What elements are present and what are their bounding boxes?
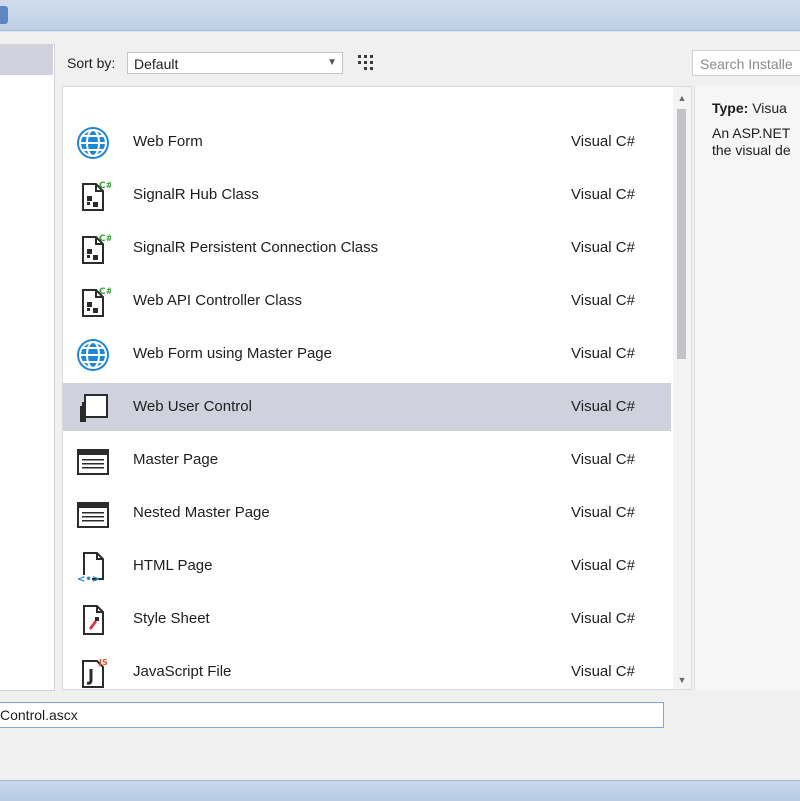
item-name-input[interactable]: Control.ascx xyxy=(0,702,664,728)
search-installed-templates-input[interactable]: Search Installe xyxy=(692,50,800,76)
template-list-scrollbar[interactable]: ▲ ▼ xyxy=(673,87,691,689)
template-language: Visual C# xyxy=(571,186,635,203)
svg-text:C#: C# xyxy=(99,287,111,297)
template-row[interactable]: JS JavaScript File Visual C# xyxy=(63,648,671,689)
template-name: Web Form xyxy=(133,133,203,150)
globe-icon xyxy=(75,337,111,373)
scroll-down-arrow-icon[interactable]: ▼ xyxy=(677,675,687,685)
template-name: HTML Page xyxy=(133,557,213,574)
svg-text:C#: C# xyxy=(99,234,111,244)
search-placeholder: Search Installe xyxy=(700,56,793,72)
template-language: Visual C# xyxy=(571,345,635,362)
small-icons-view-icon xyxy=(358,55,373,70)
template-language: Visual C# xyxy=(571,292,635,309)
window-title-bar xyxy=(0,0,800,31)
scroll-up-arrow-icon[interactable]: ▲ xyxy=(677,93,687,103)
html-page-icon: <•> xyxy=(75,549,111,585)
template-language: Visual C# xyxy=(571,663,635,680)
globe-icon xyxy=(75,125,111,161)
template-name: Style Sheet xyxy=(133,610,210,627)
template-name: SignalR Persistent Connection Class xyxy=(133,239,379,256)
template-details-pane: Type: Visua An ASP.NET the visual de xyxy=(694,86,800,690)
template-language: Visual C# xyxy=(571,557,635,574)
template-name: SignalR Hub Class xyxy=(133,186,259,203)
type-label: Type: xyxy=(712,100,749,116)
window-bottom-frame xyxy=(0,780,800,801)
master-page-icon xyxy=(75,443,111,479)
template-name: Nested Master Page xyxy=(133,504,270,521)
template-category-tree[interactable] xyxy=(0,44,55,691)
stylesheet-icon xyxy=(75,602,111,638)
template-name: Web API Controller Class xyxy=(133,292,302,309)
template-language: Visual C# xyxy=(571,398,635,415)
user-control-icon xyxy=(75,390,111,426)
window-icon xyxy=(0,6,8,24)
item-name-value: Control.ascx xyxy=(0,707,78,723)
template-description: An ASP.NET the visual de xyxy=(712,125,791,159)
template-type-row: Type: Visua xyxy=(712,100,787,116)
category-tree-selected-item[interactable] xyxy=(0,45,53,75)
master-page-icon xyxy=(75,496,111,532)
template-name: Web User Control xyxy=(133,398,252,415)
template-language: Visual C# xyxy=(571,133,635,150)
add-new-item-dialog: Sort by: Default ▼ Search Installe C#AJA… xyxy=(0,32,800,780)
template-row[interactable]: Web Form Visual C# xyxy=(63,118,671,166)
chevron-down-icon: ▼ xyxy=(327,57,337,68)
template-row[interactable]: Master Page Visual C# xyxy=(63,436,671,484)
svg-text:C#: C# xyxy=(99,181,111,191)
small-icons-view-button[interactable] xyxy=(352,49,380,77)
template-row[interactable]: Style Sheet Visual C# xyxy=(63,595,671,643)
template-language: Visual C# xyxy=(571,610,635,627)
template-row[interactable]: Web Form using Master Page Visual C# xyxy=(63,330,671,378)
template-row[interactable]: Nested Master Page Visual C# xyxy=(63,489,671,537)
template-language: Visual C# xyxy=(571,451,635,468)
sort-by-dropdown[interactable]: Default ▼ xyxy=(127,52,343,74)
type-value: Visua xyxy=(752,100,787,116)
template-name: Web Form using Master Page xyxy=(133,345,332,362)
template-name: Master Page xyxy=(133,451,219,468)
sort-by-label: Sort by: xyxy=(67,55,116,71)
csharp-class-icon: C# xyxy=(75,231,113,267)
template-row[interactable]: C# SignalR Persistent Connection Class Vis… xyxy=(63,224,671,272)
description-line: An ASP.NET xyxy=(712,125,791,141)
sort-by-value: Default xyxy=(134,56,179,72)
template-row[interactable]: C# Web API Controller Class Visual C# xyxy=(63,277,671,325)
scrollbar-thumb[interactable] xyxy=(677,109,686,359)
description-line: the visual de xyxy=(712,142,791,158)
template-list: C#AJAX-enabled WCF ServiceVisual C#JSJav… xyxy=(62,86,692,690)
template-name: JavaScript File xyxy=(133,663,232,680)
svg-text:JS: JS xyxy=(98,658,108,667)
javascript-file-icon: JS xyxy=(75,655,111,689)
csharp-class-icon: C# xyxy=(75,284,113,320)
template-language: Visual C# xyxy=(571,504,635,521)
svg-text:<•>: <•> xyxy=(77,574,100,585)
template-row[interactable]: Web User Control Visual C# xyxy=(63,383,671,431)
csharp-class-icon: C# xyxy=(75,178,113,214)
template-row[interactable]: <•> HTML Page Visual C# xyxy=(63,542,671,590)
template-language: Visual C# xyxy=(571,239,635,256)
template-row[interactable]: C# SignalR Hub Class Visual C# xyxy=(63,171,671,219)
